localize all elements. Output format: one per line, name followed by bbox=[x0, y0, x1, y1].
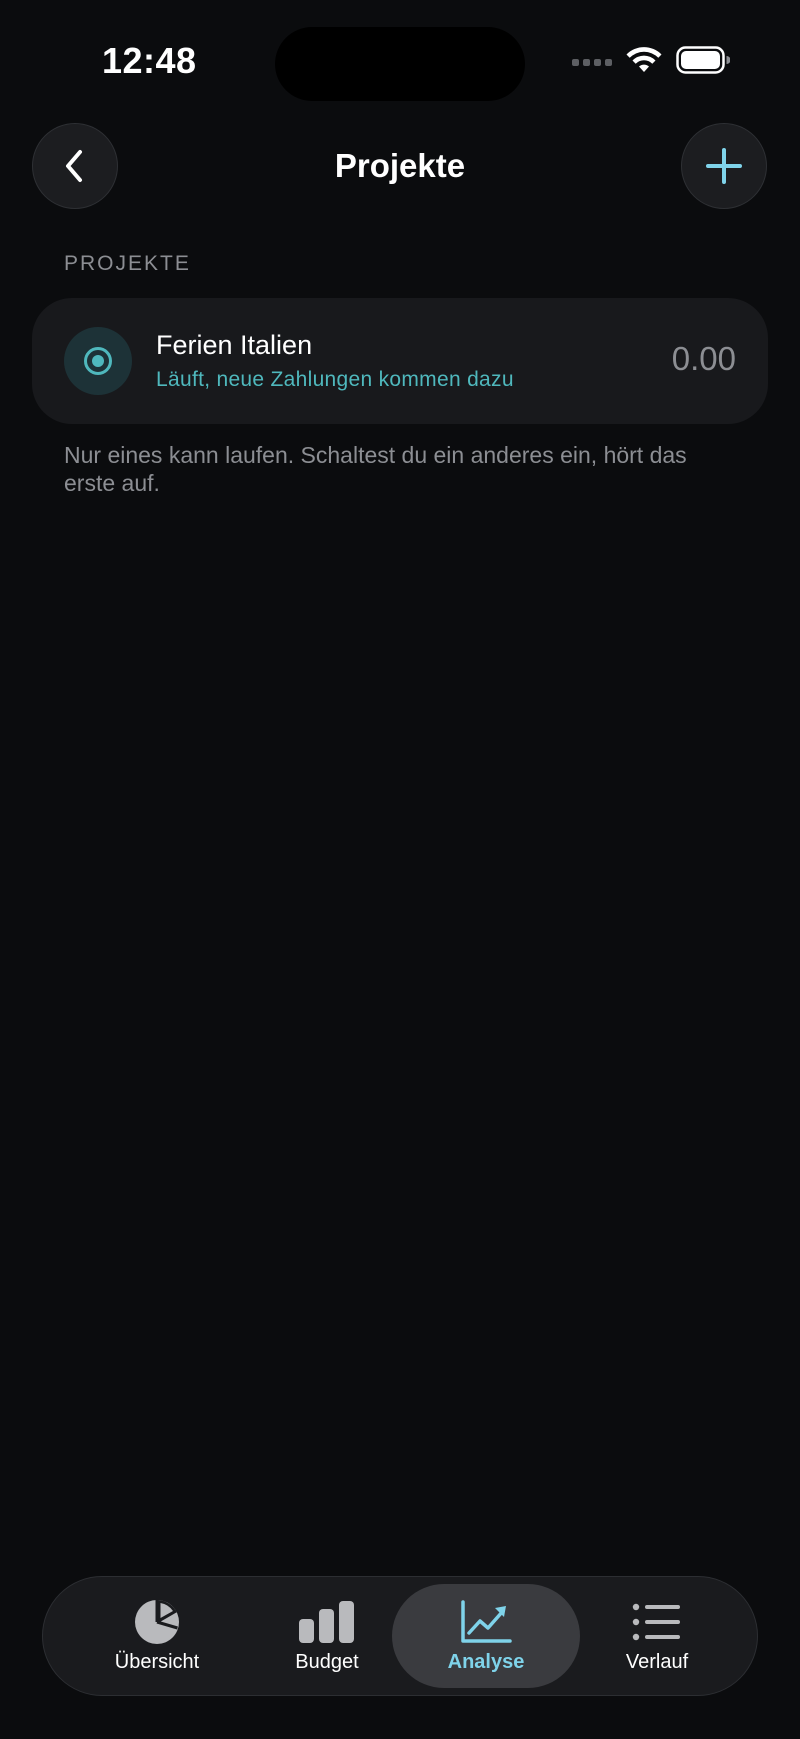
battery-icon bbox=[676, 46, 730, 74]
wifi-icon bbox=[626, 47, 662, 72]
dynamic-island bbox=[275, 27, 525, 101]
status-time: 12:48 bbox=[102, 40, 197, 81]
tab-label: Verlauf bbox=[625, 1651, 689, 1673]
bar-chart-icon bbox=[299, 1601, 354, 1643]
tab-bar: Übersicht Budget Analyse Verlauf bbox=[42, 1576, 758, 1696]
tab-label: Analyse bbox=[447, 1651, 525, 1673]
list-icon bbox=[632, 1603, 680, 1641]
active-radio-icon bbox=[64, 327, 132, 395]
tab-label: Übersicht bbox=[114, 1651, 200, 1673]
section-footnote: Nur eines kann laufen. Schaltest du ein … bbox=[64, 442, 687, 496]
project-amount: 0.00 bbox=[671, 340, 736, 377]
tab-analyse[interactable]: Analyse bbox=[392, 1584, 580, 1688]
add-project-button[interactable] bbox=[681, 123, 767, 209]
trend-chart-icon bbox=[461, 1600, 512, 1643]
cellular-signal-icon bbox=[572, 55, 612, 66]
pie-chart-icon bbox=[135, 1600, 179, 1644]
tab-verlauf[interactable]: Verlauf bbox=[563, 1584, 751, 1688]
tab-label: Budget bbox=[295, 1651, 359, 1673]
section-header: PROJEKTE bbox=[64, 252, 191, 275]
tab-uebersicht[interactable]: Übersicht bbox=[63, 1584, 251, 1688]
project-row[interactable]: Ferien Italien Läuft, neue Zahlungen kom… bbox=[32, 298, 768, 424]
project-status: Läuft, neue Zahlungen kommen dazu bbox=[156, 368, 514, 391]
project-name: Ferien Italien bbox=[156, 330, 313, 360]
page-title: Projekte bbox=[334, 147, 466, 184]
plus-icon bbox=[706, 148, 742, 184]
status-icons bbox=[572, 46, 730, 74]
